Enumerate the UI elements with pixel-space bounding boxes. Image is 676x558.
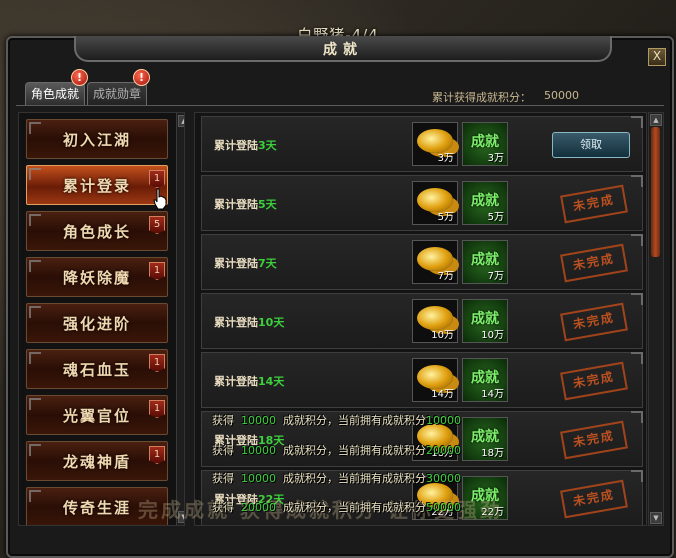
reward-quantity: 10万 (431, 330, 454, 341)
achievement-points-reward[interactable]: 成就 3万 (462, 122, 508, 166)
scroll-thumb[interactable] (651, 127, 660, 257)
achievement-row: 累计登陆14天 14万 成就 14万 未完成 (201, 352, 643, 408)
achievement-list: 累计登陆3天 3万 成就 3万 领取 累计登陆5天 5万 成就 5万 未完成 累计登… (194, 112, 647, 526)
achievement-points-icon: 成就 (471, 370, 499, 386)
incomplete-stamp: 未完成 (560, 184, 628, 224)
achievement-points-reward[interactable]: 成就 10万 (462, 299, 508, 343)
incomplete-stamp: 未完成 (560, 420, 628, 460)
tab-label: 成就勋章 (93, 87, 142, 101)
reward-quantity: 3万 (437, 153, 454, 164)
category-qiang-hua-jin-jie[interactable]: 强化进阶 (26, 303, 168, 343)
achievement-points-icon: 成就 (471, 429, 499, 445)
gold-reward[interactable]: 10万 (412, 299, 458, 343)
reward-quantity: 7万 (437, 271, 454, 282)
claim-button[interactable]: 领取 (552, 132, 630, 158)
achievement-name: 累计登陆7天 (214, 257, 277, 270)
category-label: 降妖除魔 (62, 269, 131, 287)
category-sidebar: 初入江湖 累计登录 1 角色成长 5 降妖除魔 1 强化进阶 魂石血玉 1 光翼… (18, 112, 185, 526)
achievement-row: 累计登陆3天 3万 成就 3万 领取 (201, 116, 643, 172)
notification-message: 获得 20000 成就积分，当前拥有成就积分50000 (212, 501, 461, 514)
category-xiang-yao-chu-mo[interactable]: 降妖除魔 1 (26, 257, 168, 297)
achievement-points-icon: 成就 (471, 193, 499, 209)
sidebar-scrollbar[interactable]: ▲ ▼ (176, 113, 184, 525)
incomplete-stamp: 未完成 (560, 243, 628, 283)
count-badge: 1 (149, 170, 165, 188)
category-label: 初入江湖 (62, 131, 131, 149)
count-badge: 1 (149, 400, 165, 418)
achievement-name: 累计登陆3天 (214, 139, 277, 152)
reward-quantity: 5万 (487, 212, 504, 223)
count-badge: 1 (149, 262, 165, 280)
hand-cursor-icon (153, 188, 167, 210)
scroll-up-icon[interactable]: ▲ (178, 115, 184, 127)
category-label: 魂石血玉 (62, 361, 131, 379)
count-badge: 5 (149, 216, 165, 234)
gold-reward[interactable]: 5万 (412, 181, 458, 225)
notification-message: 获得 10000 成就积分，当前拥有成就积分10000 (212, 414, 461, 427)
achievement-points-icon: 成就 (471, 252, 499, 268)
reward-quantity: 14万 (481, 389, 504, 400)
achievement-points-reward[interactable]: 成就 18万 (462, 417, 508, 461)
category-label: 光翼官位 (62, 407, 131, 425)
total-points-label: 累计获得成就积分： (432, 91, 531, 104)
reward-quantity: 14万 (431, 389, 454, 400)
list-scrollbar[interactable]: ▲ ▼ (648, 112, 664, 526)
category-guang-yi-guan-wei[interactable]: 光翼官位 1 (26, 395, 168, 435)
gold-reward[interactable]: 7万 (412, 240, 458, 284)
notification-message: 获得 10000 成就积分，当前拥有成就积分30000 (212, 472, 461, 485)
incomplete-stamp: 未完成 (560, 479, 628, 519)
tab-achievement-medals[interactable]: 成就勋章 ! (87, 69, 151, 105)
window-title: 成就 (323, 42, 363, 58)
category-label: 龙魂神盾 (62, 453, 131, 471)
gold-reward[interactable]: 14万 (412, 358, 458, 402)
incomplete-stamp: 未完成 (560, 302, 628, 342)
close-button[interactable]: X (648, 48, 666, 66)
achievement-points-reward[interactable]: 成就 5万 (462, 181, 508, 225)
category-label: 强化进阶 (62, 315, 131, 333)
gold-reward[interactable]: 3万 (412, 122, 458, 166)
achievement-row: 累计登陆10天 10万 成就 10万 未完成 (201, 293, 643, 349)
total-points-value: 50000 (544, 89, 579, 102)
category-label: 角色成长 (62, 223, 131, 241)
achievement-window: 成就 X 角色成就 ! 成就勋章 ! 累计获得成就积分： 50000 初入江湖 … (6, 36, 674, 558)
count-badge: 1 (149, 446, 165, 464)
category-jue-se-cheng-zhang[interactable]: 角色成长 5 (26, 211, 168, 251)
category-label: 累计登录 (62, 177, 131, 195)
reward-quantity: 5万 (437, 212, 454, 223)
reward-quantity: 10万 (481, 330, 504, 341)
scroll-down-icon[interactable]: ▼ (650, 512, 662, 524)
reward-quantity: 3万 (487, 153, 504, 164)
divider (16, 105, 664, 106)
category-chu-ru-jiang-hu[interactable]: 初入江湖 (26, 119, 168, 159)
achievement-row: 累计登陆7天 7万 成就 7万 未完成 (201, 234, 643, 290)
category-long-hun-shen-dun[interactable]: 龙魂神盾 1 (26, 441, 168, 481)
reward-quantity: 18万 (481, 448, 504, 459)
alert-icon: ! (133, 69, 151, 86)
scroll-up-icon[interactable]: ▲ (650, 114, 662, 126)
count-badge: 1 (149, 354, 165, 372)
achievement-name: 累计登陆5天 (214, 198, 277, 211)
tab-role-achievements[interactable]: 角色成就 ! (25, 69, 89, 105)
achievement-points-icon: 成就 (471, 311, 499, 327)
notification-message: 获得 10000 成就积分，当前拥有成就积分20000 (212, 444, 461, 457)
alert-icon: ! (71, 69, 89, 86)
achievement-name: 累计登陆10天 (214, 316, 285, 329)
achievement-row: 累计登陆5天 5万 成就 5万 未完成 (201, 175, 643, 231)
incomplete-stamp: 未完成 (560, 361, 628, 401)
tab-label: 角色成就 (31, 87, 80, 101)
reward-quantity: 7万 (487, 271, 504, 282)
category-lei-ji-deng-lu[interactable]: 累计登录 1 (26, 165, 168, 205)
achievement-points-icon: 成就 (471, 134, 499, 150)
achievement-points-reward[interactable]: 成就 7万 (462, 240, 508, 284)
achievement-points-reward[interactable]: 成就 14万 (462, 358, 508, 402)
title-plate: 成就 (74, 36, 612, 62)
achievement-name: 累计登陆14天 (214, 375, 285, 388)
category-hun-shi-xue-yu[interactable]: 魂石血玉 1 (26, 349, 168, 389)
